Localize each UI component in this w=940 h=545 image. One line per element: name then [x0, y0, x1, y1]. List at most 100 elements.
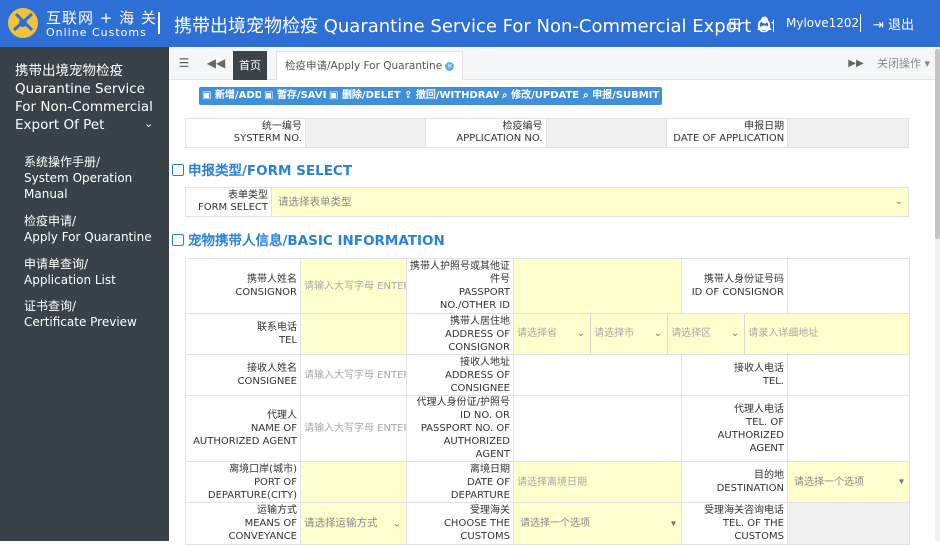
- tel-label: 联系电话 TEL: [185, 313, 301, 355]
- port-label: 离境口岸(城市) PORT OF DEPARTURE(CITY): [185, 461, 301, 503]
- customs-emblem-icon: [8, 8, 38, 38]
- customs-select[interactable]: 请选择一个选项 ▾: [513, 502, 682, 545]
- consignor-id-input[interactable]: [787, 258, 910, 314]
- province-select[interactable]: 请选择省 ⌄: [515, 314, 592, 354]
- submit-label: 申报/SUBMIT: [592, 90, 660, 101]
- edit-icon: [172, 234, 184, 246]
- customs-tel-label: 受理海关咨询电话 TEL. OF THE CUSTOMS: [681, 502, 788, 545]
- sidebar-item-certificate[interactable]: 证书查询/ Certificate Preview: [24, 298, 164, 330]
- conveyance-select[interactable]: 请选择运输方式 ⌄: [300, 502, 407, 545]
- consignee-tel-label: 接收人电话 TEL.: [681, 354, 788, 396]
- delete-label: 删除/DELETE: [341, 90, 408, 101]
- scroll-left-icon[interactable]: ◀◀: [201, 47, 231, 80]
- menu-toggle-icon[interactable]: ☰: [169, 47, 199, 80]
- consignee-name-input[interactable]: 请输入大写字母 ENTER IN CAPITAL LETTERS: [300, 354, 407, 396]
- sidebar-item-label-en: Certificate Preview: [24, 315, 137, 329]
- city-select[interactable]: 请选择市 ⌄: [591, 314, 669, 354]
- add-button[interactable]: ▣ 新增/ADD: [199, 87, 266, 105]
- sidebar-item-apply[interactable]: 检疫申请/ Apply For Quarantine: [24, 213, 164, 245]
- username[interactable]: Mylove1202: [786, 16, 859, 30]
- conveyance-placeholder: 请选择运输方式: [304, 517, 378, 529]
- departure-date-input[interactable]: 请选择离境日期: [513, 461, 682, 503]
- consignor-id-label: 携带人身份证号码 ID OF CONSIGNOR: [681, 258, 788, 314]
- header-divider: [158, 12, 160, 34]
- withdraw-label: 撤回/WITHDRAW: [415, 90, 504, 101]
- agent-name-input[interactable]: 请输入大写字母 ENTER IN CAPITAL LETTERS: [300, 395, 407, 462]
- sidebar-item-label-en: System Operation Manual: [24, 171, 133, 201]
- chevron-down-icon: ▾: [670, 518, 676, 529]
- section-title-form-select: 申报类型/FORM SELECT: [172, 159, 352, 179]
- sidebar-item-label-en: Apply For Quarantine: [24, 230, 152, 244]
- passport-input[interactable]: [513, 258, 682, 314]
- consignee-tel-input[interactable]: [787, 354, 910, 396]
- application-no-value: [545, 118, 668, 148]
- sidebar-item-label-en: Application List: [24, 273, 116, 287]
- chevron-down-icon: ⌄: [894, 196, 903, 207]
- chevron-down-icon: ⌄: [653, 328, 663, 339]
- tab-bar: ☰ ◀◀ 首页 检疫申请/Apply For Quarantine × ▶▶ 关闭…: [169, 47, 935, 80]
- logout-button[interactable]: ⇥ 退出: [873, 14, 914, 33]
- tel-input[interactable]: [300, 313, 407, 355]
- district-select[interactable]: 请选择区 ⌄: [668, 314, 746, 354]
- application-no-label: 检疫编号 APPLICATION NO.: [424, 118, 547, 148]
- sidebar-item-manual[interactable]: 系统操作手册/ System Operation Manual: [24, 154, 164, 202]
- passport-label: 携带人护照号或其他证件号 PASSPORT NO./OTHER ID: [406, 258, 514, 314]
- submit-button[interactable]: ⌕ 申报/SUBMIT: [580, 87, 663, 105]
- sidebar-item-application-list[interactable]: 申请单查询/ Application List: [24, 256, 164, 288]
- sidebar-title[interactable]: 携带出境宠物检疫 Quarantine Service For Non-Comm…: [15, 62, 160, 134]
- agent-name-label: 代理人 NAME OF AUTHORIZED AGENT: [185, 395, 301, 462]
- logout-icon: ⇥: [873, 18, 884, 33]
- chevron-down-icon: ⌄: [576, 328, 586, 339]
- save-button[interactable]: ▣ 暂存/SAVE: [261, 87, 333, 105]
- application-date-label: 申报日期 DATE OF APPLICATION: [666, 118, 789, 148]
- agent-id-input[interactable]: [513, 395, 682, 462]
- update-button[interactable]: ⌕ 修改/UPDATE: [499, 87, 583, 105]
- address-label: 携带人居住地 ADDRESS OF CONSIGNOR: [406, 313, 514, 355]
- tab-label: 检疫申请/Apply For Quarantine: [285, 60, 443, 72]
- tab-home[interactable]: 首页: [233, 51, 267, 80]
- agent-tel-input[interactable]: [787, 395, 910, 462]
- conveyance-label: 运输方式 MEANS OF CONVEYANCE: [185, 502, 301, 545]
- scroll-right-icon[interactable]: ▶▶: [841, 47, 871, 80]
- delete-button[interactable]: ▣ 删除/DELETE: [326, 87, 411, 105]
- consignor-name-label: 携带人姓名 CONSIGNOR: [185, 258, 301, 314]
- chevron-down-icon: ⌄: [730, 328, 740, 339]
- chevron-down-icon[interactable]: ⌄: [144, 117, 153, 130]
- save-label: 暂存/SAVE: [276, 90, 330, 101]
- add-label: 新增/ADD: [214, 90, 263, 101]
- sidebar: 携带出境宠物检疫 Quarantine Service For Non-Comm…: [0, 47, 169, 541]
- grid-icon[interactable]: ⊞: [728, 14, 741, 33]
- address-detail-input[interactable]: 请录入详细地址: [745, 315, 908, 354]
- close-operations-dropdown[interactable]: 关闭操作 ▾: [877, 47, 930, 80]
- destination-label: 目的地 DESTINATION: [681, 461, 788, 503]
- form-type-select[interactable]: 请选择表单类型 ⌄: [271, 187, 909, 217]
- port-input[interactable]: [300, 461, 407, 503]
- sidebar-item-label: 检疫申请/: [24, 214, 77, 228]
- system-no-value: [304, 118, 426, 148]
- departure-date-label: 离境日期 DATE OF DEPARTURE: [406, 461, 514, 503]
- customs-label: 受理海关 CHOOSE THE CUSTOMS: [406, 502, 514, 545]
- form-select-table: 表单类型 FORM SELECT 请选择表单类型 ⌄: [185, 187, 909, 217]
- chevron-down-icon: ⌄: [392, 518, 401, 529]
- user-icon[interactable]: [756, 14, 773, 35]
- basic-info-table: 携带人姓名CONSIGNOR 请输入大写字母 ENTER IN CAPITAL …: [185, 258, 910, 545]
- withdraw-button[interactable]: ⇪ 撤回/WITHDRAW: [401, 87, 507, 105]
- consignee-address-input[interactable]: [513, 354, 682, 396]
- application-info-table: 统一编号 SYSTERM NO. 检疫编号 APPLICATION NO. 申报日期…: [185, 118, 909, 148]
- close-tab-icon[interactable]: ×: [445, 61, 455, 71]
- destination-select[interactable]: 请选择一个选项 ▾: [787, 461, 910, 503]
- form-type-placeholder: 请选择表单类型: [278, 196, 352, 208]
- scrollbar-thumb[interactable]: [935, 49, 940, 239]
- consignor-name-input[interactable]: 请输入大写字母 ENTER IN CAPITAL LETTERS: [300, 258, 407, 314]
- top-bar: 互联网 + 海 关 Online Customs 携带出境宠物检疫 Quaran…: [0, 0, 940, 47]
- brand-title: 互联网 + 海 关: [46, 9, 157, 27]
- header-divider: [860, 14, 861, 32]
- logout-label: 退出: [888, 18, 915, 33]
- consignee-name-label: 接收人姓名 CONSIGNEE: [185, 354, 301, 396]
- agent-id-label: 代理人身份证/护照号 ID NO. OR PASSPORT NO. OF AUTH…: [406, 395, 514, 462]
- brand-subtitle: Online Customs: [46, 26, 147, 39]
- agent-tel-label: 代理人电话 TEL. OF AUTHORIZED AGENT: [681, 395, 788, 462]
- update-label: 修改/UPDATE: [511, 90, 580, 101]
- tab-apply-quarantine[interactable]: 检疫申请/Apply For Quarantine ×: [276, 51, 464, 80]
- application-date-value: [787, 118, 909, 148]
